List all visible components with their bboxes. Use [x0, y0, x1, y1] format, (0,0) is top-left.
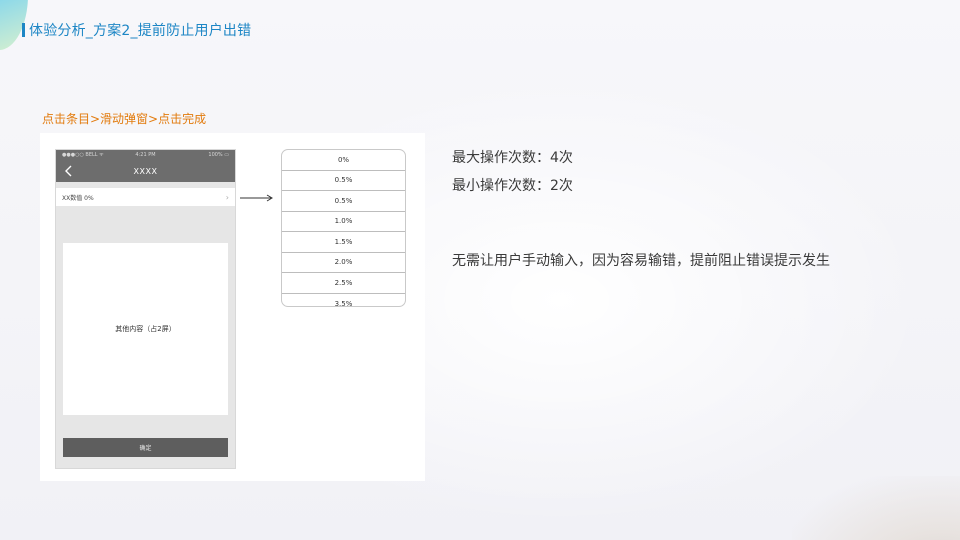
- title-accent-bar: [22, 23, 25, 37]
- option-item[interactable]: 1.0%: [282, 212, 405, 232]
- other-content-area: 其他内容（占2屏）: [63, 243, 228, 415]
- status-battery: 100% ▭: [208, 152, 229, 158]
- option-item[interactable]: 3.5%: [282, 294, 405, 306]
- operation-stats: 最大操作次数：4次 最小操作次数：2次: [452, 144, 573, 200]
- confirm-button[interactable]: 确定: [63, 438, 228, 457]
- slide-title-text: 体验分析_方案2_提前防止用户出错: [29, 23, 252, 39]
- value-list-item[interactable]: XX数值 0% ›: [56, 188, 235, 206]
- phone-status-bar: ●●●○○ BELL ᯤ 4:21 PM 100% ▭: [56, 150, 235, 160]
- option-item[interactable]: 0%: [282, 150, 405, 171]
- option-item[interactable]: 2.0%: [282, 253, 405, 273]
- arrow-right-icon: [240, 194, 273, 202]
- status-time: 4:21 PM: [135, 152, 156, 158]
- corner-decoration-bottom-right: [792, 476, 960, 540]
- option-item[interactable]: 0.5%: [282, 171, 405, 191]
- flow-steps-label: 点击条目>滑动弹窗>点击完成: [42, 112, 207, 126]
- option-item[interactable]: 0.5%: [282, 191, 405, 212]
- max-operations-text: 最大操作次数：4次: [452, 150, 573, 166]
- phone-nav-bar: XXXX: [56, 160, 235, 182]
- phone-nav-title: XXXX: [133, 166, 158, 176]
- status-carrier: ●●●○○ BELL ᯤ: [62, 152, 104, 158]
- other-content-text: 其他内容（占2屏）: [115, 325, 176, 333]
- design-note-text: 无需让用户手动输入，因为容易输错，提前阻止错误提示发生: [452, 253, 830, 269]
- mockup-panel: ●●●○○ BELL ᯤ 4:21 PM 100% ▭ XXXX XX数值 0%…: [40, 133, 425, 481]
- slide-title: 体验分析_方案2_提前防止用户出错: [22, 20, 251, 40]
- back-arrow-icon[interactable]: [63, 165, 75, 177]
- phone-mockup: ●●●○○ BELL ᯤ 4:21 PM 100% ▭ XXXX XX数值 0%…: [55, 149, 236, 469]
- chevron-right-icon: ›: [225, 192, 229, 202]
- option-item[interactable]: 1.5%: [282, 232, 405, 253]
- option-picker-popup[interactable]: 0% 0.5% 0.5% 1.0% 1.5% 2.0% 2.5% 3.5%: [281, 149, 406, 307]
- value-item-label: XX数值 0%: [62, 194, 94, 202]
- option-item[interactable]: 2.5%: [282, 273, 405, 294]
- min-operations-text: 最小操作次数：2次: [452, 178, 573, 194]
